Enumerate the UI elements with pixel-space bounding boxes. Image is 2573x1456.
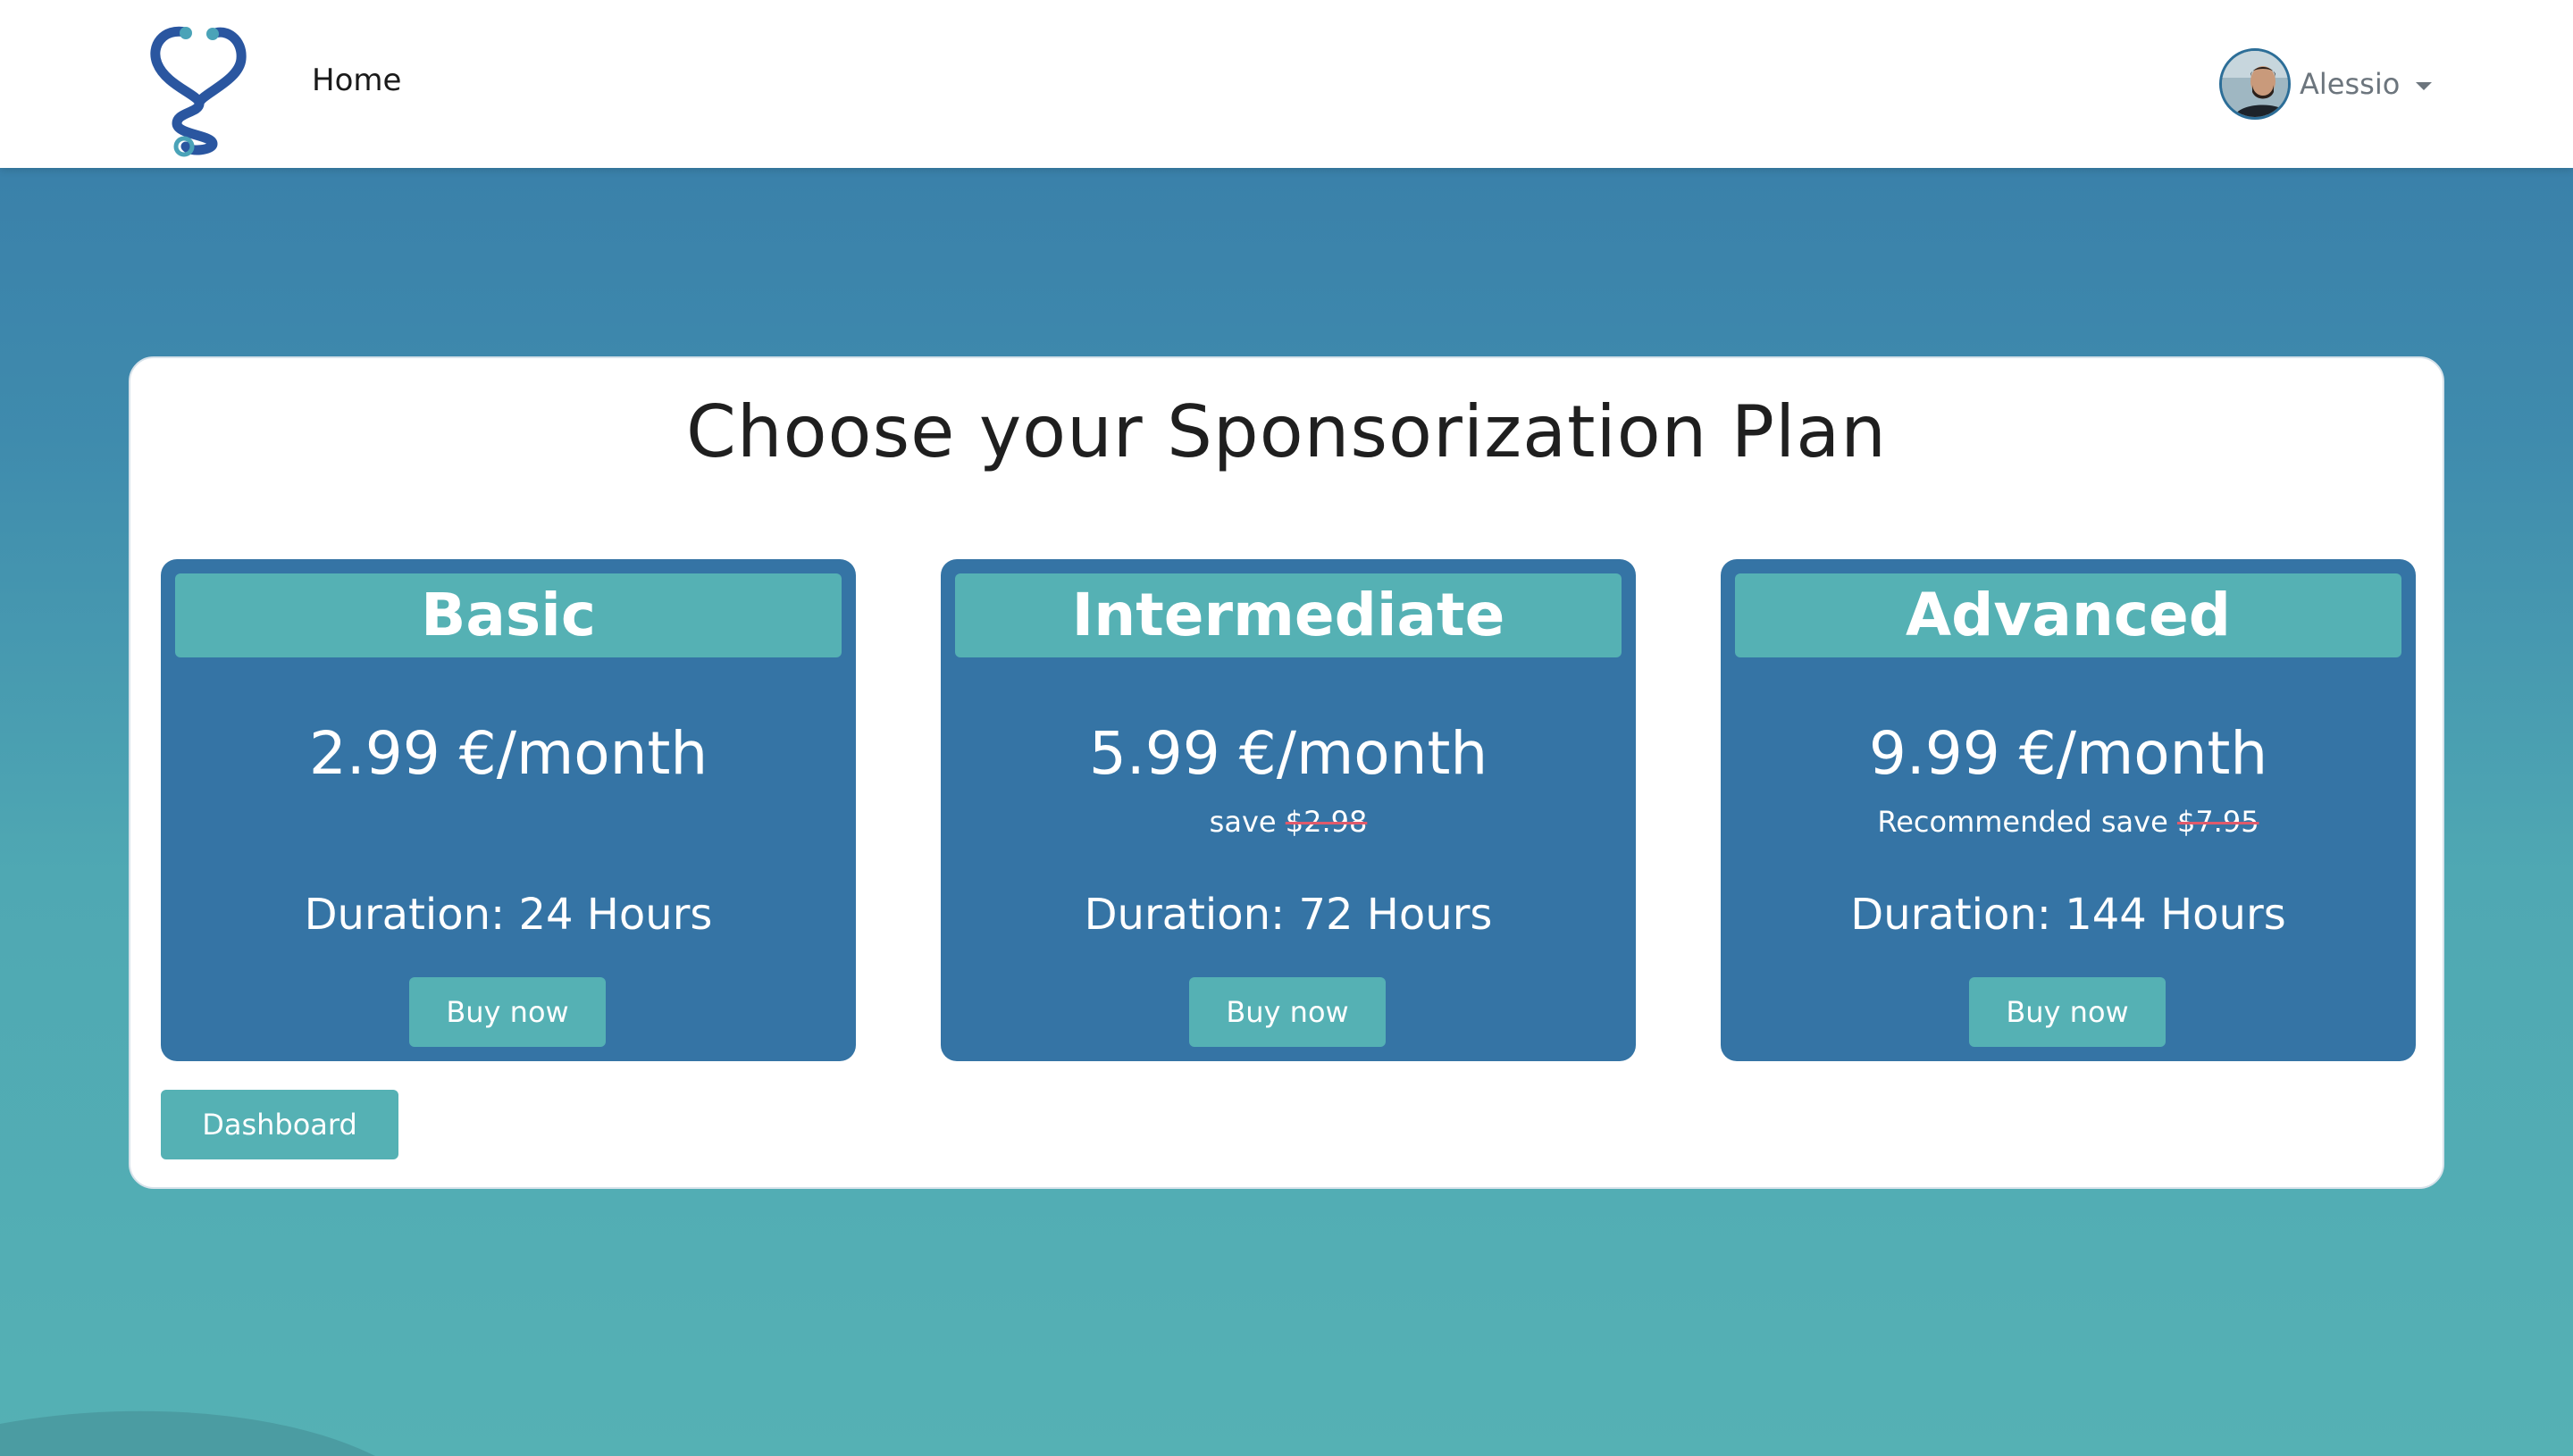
page-title: Choose your Sponsorization Plan — [686, 390, 1887, 473]
plan-card-intermediate: Intermediate 5.99 €/month save $2.98 Dur… — [941, 559, 1636, 1061]
user-menu[interactable]: Alessio — [2219, 46, 2433, 121]
plan-price: 2.99 €/month — [308, 719, 708, 788]
sponsorship-panel: Choose your Sponsorization Plan Basic 2.… — [129, 356, 2444, 1189]
nav-home-link[interactable]: Home — [312, 63, 401, 98]
savings-amount: $2.98 — [1285, 805, 1368, 839]
plan-savings: Recommended save $7.95 — [1721, 804, 2416, 840]
buy-now-button-basic[interactable]: Buy now — [409, 977, 606, 1047]
plan-duration: Duration: 24 Hours — [304, 890, 713, 940]
plan-duration: Duration: 144 Hours — [1850, 890, 2286, 940]
savings-amount: $7.95 — [2176, 805, 2259, 839]
user-avatar — [2219, 48, 2291, 120]
buy-now-button-intermediate[interactable]: Buy now — [1189, 977, 1386, 1047]
navbar: Home Alessio — [0, 0, 2573, 168]
plan-name: Intermediate — [955, 573, 1622, 657]
plan-price: 5.99 €/month — [1088, 719, 1488, 788]
plan-card-advanced: Advanced 9.99 €/month Recommended save $… — [1721, 559, 2416, 1061]
user-name: Alessio — [2300, 67, 2401, 101]
plan-name: Basic — [175, 573, 842, 657]
plan-price: 9.99 €/month — [1868, 719, 2268, 788]
stethoscope-heart-icon[interactable] — [150, 23, 248, 157]
savings-label: Recommended save — [1877, 805, 2177, 839]
plan-name: Advanced — [1735, 573, 2401, 657]
plan-card-basic: Basic 2.99 €/month Duration: 24 Hours Bu… — [161, 559, 856, 1061]
plan-savings: save $2.98 — [941, 804, 1636, 840]
plan-duration: Duration: 72 Hours — [1084, 890, 1493, 940]
dashboard-button[interactable]: Dashboard — [161, 1090, 398, 1159]
chevron-down-icon[interactable] — [2416, 81, 2433, 90]
buy-now-button-advanced[interactable]: Buy now — [1969, 977, 2166, 1047]
savings-label: save — [1209, 805, 1286, 839]
decorative-wave — [0, 1410, 375, 1456]
